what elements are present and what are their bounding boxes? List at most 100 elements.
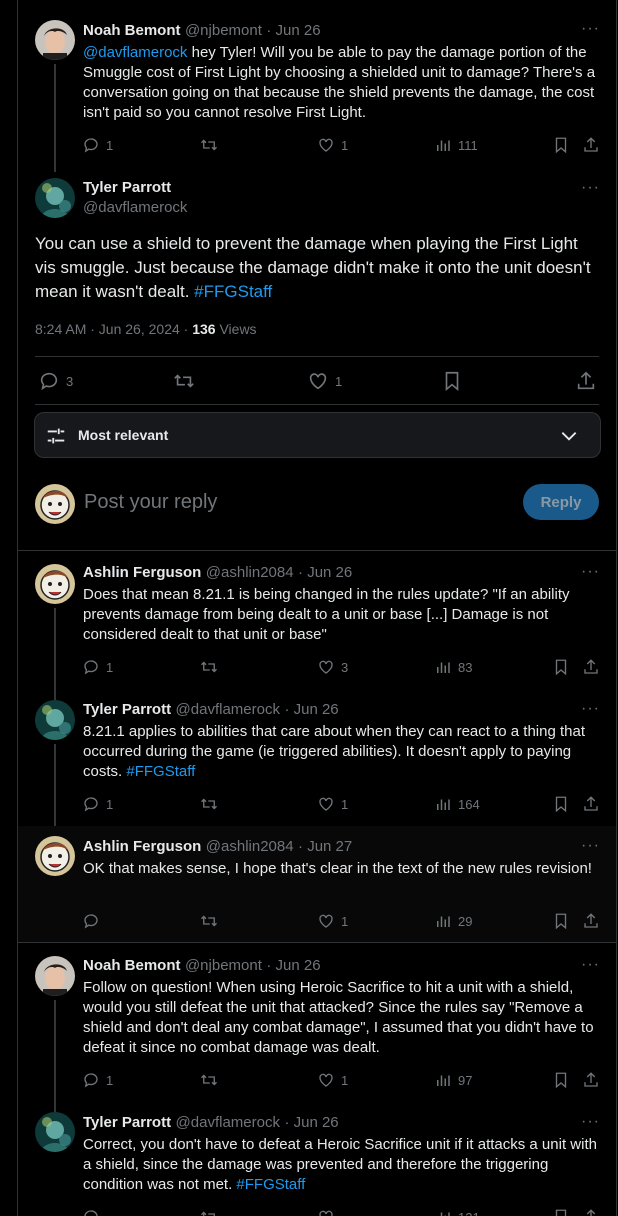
share-icon	[582, 795, 600, 813]
reply-button[interactable]: 1	[82, 658, 113, 676]
sort-dropdown[interactable]: Most relevant	[34, 412, 601, 458]
author-name[interactable]: Tyler Parrott	[83, 179, 171, 196]
share-button[interactable]	[575, 370, 597, 392]
bookmark-icon	[552, 1208, 570, 1216]
avatar[interactable]	[35, 700, 75, 740]
bookmark-button[interactable]	[552, 1071, 570, 1089]
author-handle[interactable]: @davflamerock	[176, 701, 280, 718]
reply-button[interactable]: Reply	[523, 484, 599, 520]
like-button[interactable]: 1	[317, 912, 348, 930]
views-button[interactable]: 83	[434, 658, 472, 676]
retweet-icon	[200, 912, 218, 930]
tweet-date[interactable]: · Jun 26	[266, 957, 320, 974]
share-button[interactable]	[582, 1071, 600, 1089]
divider	[35, 356, 599, 357]
retweet-button[interactable]	[200, 658, 224, 676]
author-name[interactable]: Tyler Parrott	[83, 1114, 171, 1131]
like-button[interactable]: 1	[317, 1071, 348, 1089]
bookmark-button[interactable]	[552, 136, 570, 154]
share-button[interactable]	[582, 1208, 600, 1216]
heart-icon	[317, 136, 335, 154]
like-button[interactable]: 1	[317, 136, 348, 154]
heart-icon	[317, 658, 335, 676]
author-name[interactable]: Tyler Parrott	[83, 701, 171, 718]
mention-link[interactable]: @davflamerock	[83, 44, 187, 61]
tweet-date[interactable]: · Jun 26	[284, 1114, 338, 1131]
retweet-button[interactable]	[200, 136, 224, 154]
tweet-date[interactable]: · Jun 27	[298, 838, 352, 855]
author-handle[interactable]: @njbemont	[185, 957, 262, 974]
more-options-icon[interactable]: ···	[581, 956, 600, 974]
retweet-button[interactable]	[200, 1208, 224, 1216]
share-button[interactable]	[582, 795, 600, 813]
conversation-column: Noah Bemont @njbemont · Jun 26 ··· @davf…	[17, 0, 617, 1216]
retweet-button[interactable]	[173, 370, 201, 392]
author-handle[interactable]: @davflamerock	[83, 199, 187, 216]
like-button[interactable]: 1	[307, 370, 342, 392]
more-options-icon[interactable]: ···	[581, 700, 600, 718]
retweet-button[interactable]	[200, 795, 224, 813]
more-options-icon[interactable]: ···	[581, 20, 600, 38]
tweet-date[interactable]: · Jun 26	[266, 22, 320, 39]
avatar[interactable]	[35, 836, 75, 876]
views-button[interactable]: 121	[434, 1208, 480, 1216]
like-button[interactable]: 3	[317, 658, 348, 676]
more-options-icon[interactable]: ···	[581, 179, 600, 197]
views-button[interactable]: 164	[434, 795, 480, 813]
more-options-icon[interactable]: ···	[581, 1113, 600, 1131]
bookmark-button[interactable]	[552, 658, 570, 676]
reply-button[interactable]: 1	[82, 795, 113, 813]
bar-chart-icon	[434, 912, 452, 930]
bar-chart-icon	[434, 1071, 452, 1089]
author-handle[interactable]: @davflamerock	[176, 1114, 280, 1131]
bookmark-button[interactable]	[552, 795, 570, 813]
tweet-date[interactable]: · Jun 26	[284, 701, 338, 718]
like-button[interactable]: 1	[317, 795, 348, 813]
share-icon	[582, 912, 600, 930]
bookmark-button[interactable]	[441, 370, 463, 392]
divider	[18, 942, 616, 943]
share-icon	[582, 1208, 600, 1216]
author-handle[interactable]: @ashlin2084	[206, 564, 294, 581]
author-name[interactable]: Ashlin Ferguson	[83, 564, 201, 581]
avatar[interactable]	[35, 564, 75, 604]
share-button[interactable]	[582, 658, 600, 676]
reply-button[interactable]: 3	[38, 370, 73, 392]
views-button[interactable]: 29	[434, 912, 472, 930]
share-icon	[582, 658, 600, 676]
reply-icon	[82, 795, 100, 813]
tweet-date[interactable]: · Jun 26	[298, 564, 352, 581]
tweet-header: Tyler Parrott @davflamerock · Jun 26	[83, 701, 339, 719]
avatar[interactable]	[35, 20, 75, 60]
author-name[interactable]: Noah Bemont	[83, 22, 181, 39]
reply-button[interactable]	[82, 912, 106, 930]
avatar[interactable]	[35, 956, 75, 996]
bookmark-button[interactable]	[552, 912, 570, 930]
author-handle[interactable]: @ashlin2084	[206, 838, 294, 855]
views-button[interactable]: 97	[434, 1071, 472, 1089]
reply-button[interactable]	[82, 1208, 106, 1216]
retweet-icon	[200, 136, 218, 154]
share-button[interactable]	[582, 912, 600, 930]
reply-button[interactable]: 1	[82, 1071, 113, 1089]
author-handle[interactable]: @njbemont	[185, 22, 262, 39]
author-name[interactable]: Noah Bemont	[83, 957, 181, 974]
like-button[interactable]	[317, 1208, 341, 1216]
avatar[interactable]	[35, 1112, 75, 1152]
avatar[interactable]	[35, 178, 75, 218]
retweet-button[interactable]	[200, 1071, 224, 1089]
hashtag-link[interactable]: #FFGStaff	[126, 763, 195, 780]
more-options-icon[interactable]: ···	[581, 563, 600, 581]
share-button[interactable]	[582, 136, 600, 154]
tweet-text: Does that mean 8.21.1 is being changed i…	[83, 586, 570, 643]
author-name[interactable]: Ashlin Ferguson	[83, 838, 201, 855]
bookmark-button[interactable]	[552, 1208, 570, 1216]
reply-input[interactable]: Post your reply	[84, 491, 217, 514]
hashtag-link[interactable]: #FFGStaff	[194, 282, 272, 301]
hashtag-link[interactable]: #FFGStaff	[236, 1176, 305, 1193]
views-button[interactable]: 111	[434, 136, 478, 154]
reply-button[interactable]: 1	[82, 136, 113, 154]
more-options-icon[interactable]: ···	[581, 837, 600, 855]
retweet-button[interactable]	[200, 912, 224, 930]
bar-chart-icon	[434, 795, 452, 813]
